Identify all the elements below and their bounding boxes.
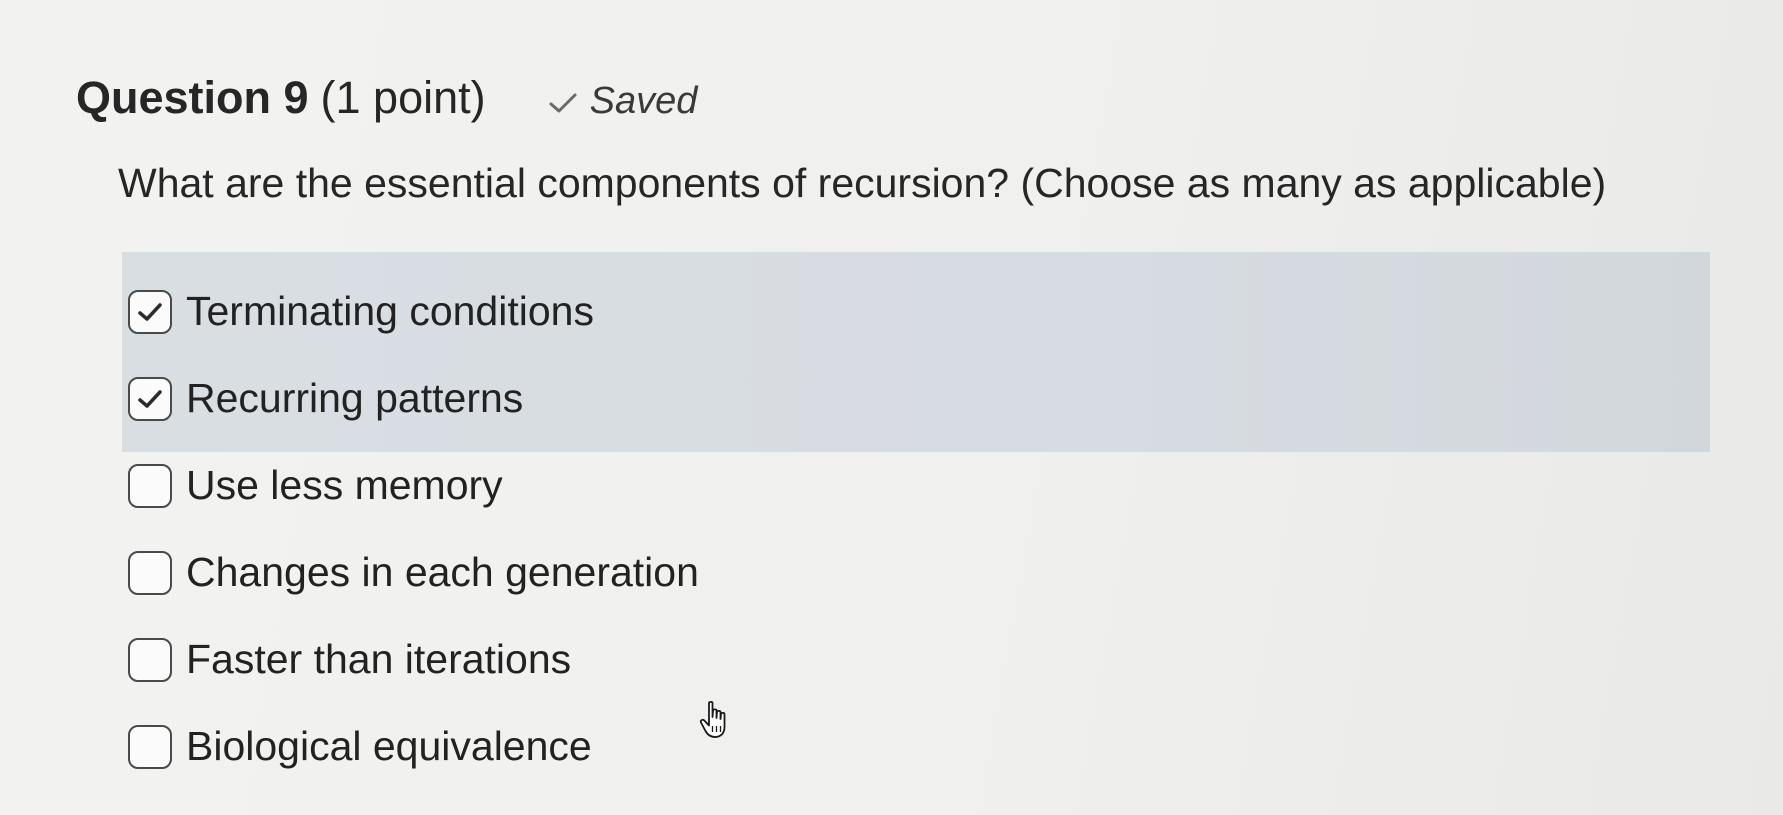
checkmark-icon bbox=[548, 81, 578, 113]
option-label: Use less memory bbox=[186, 462, 503, 508]
option-changes-in-each-generation[interactable]: Changes in each generation bbox=[128, 529, 1688, 616]
option-faster-than-iterations[interactable]: Faster than iterations bbox=[128, 616, 1688, 703]
checkbox[interactable] bbox=[128, 289, 172, 334]
option-label: Terminating conditions bbox=[186, 288, 594, 334]
option-label: Biological equivalence bbox=[186, 723, 592, 769]
hand-pointer-icon bbox=[698, 700, 734, 740]
checkmark-icon bbox=[138, 389, 162, 408]
checkbox[interactable] bbox=[128, 550, 172, 595]
option-use-less-memory[interactable]: Use less memory bbox=[128, 442, 1688, 529]
checkbox[interactable] bbox=[128, 637, 172, 682]
question-header: Question 9 (1 point) Saved bbox=[76, 72, 697, 124]
question-prompt: What are the essential components of rec… bbox=[118, 160, 1607, 206]
saved-status: Saved bbox=[548, 80, 698, 123]
checkbox[interactable] bbox=[128, 376, 172, 421]
option-label: Faster than iterations bbox=[186, 636, 572, 682]
option-label: Recurring patterns bbox=[186, 375, 524, 421]
checkbox[interactable] bbox=[128, 724, 172, 769]
checkbox[interactable] bbox=[128, 463, 172, 508]
option-label: Changes in each generation bbox=[186, 549, 699, 595]
option-biological-equivalence[interactable]: Biological equivalence bbox=[128, 703, 1688, 790]
question-points: (1 point) bbox=[320, 72, 486, 123]
saved-label: Saved bbox=[589, 80, 698, 122]
option-terminating-conditions[interactable]: Terminating conditions bbox=[128, 268, 1688, 355]
option-recurring-patterns[interactable]: Recurring patterns bbox=[128, 355, 1688, 442]
answer-options: Terminating conditions Recurring pattern… bbox=[128, 268, 1688, 790]
question-title: Question 9 bbox=[76, 72, 309, 123]
checkmark-icon bbox=[138, 302, 162, 321]
